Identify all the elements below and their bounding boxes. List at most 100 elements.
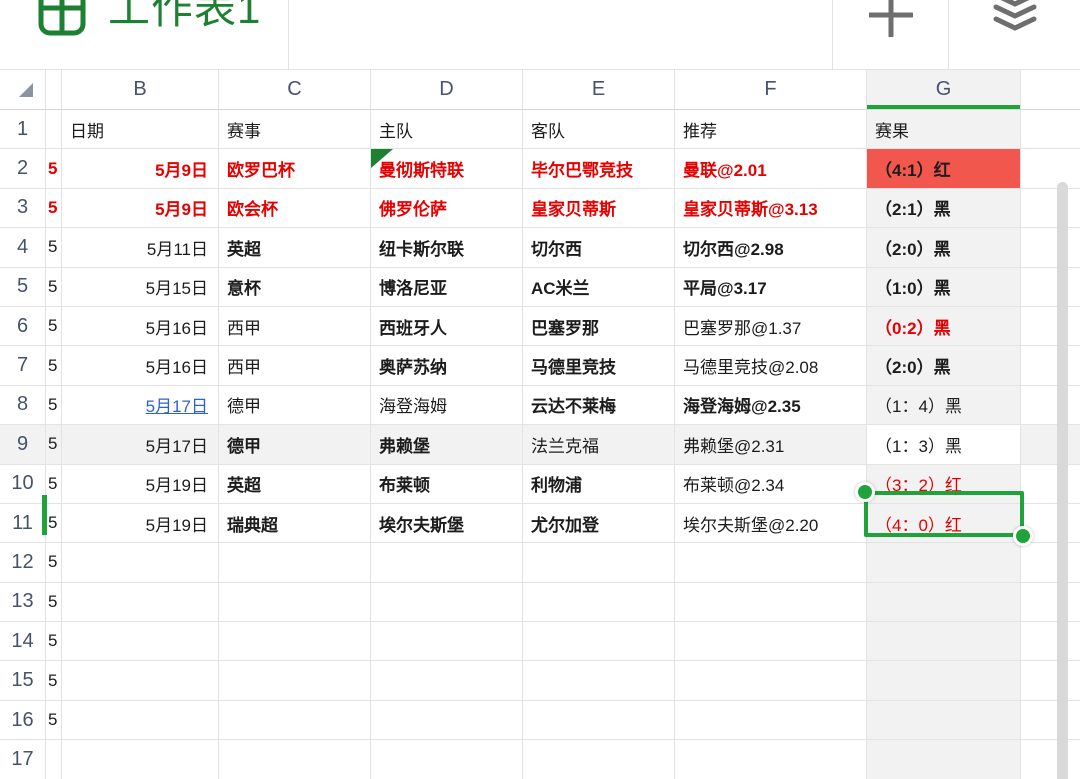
row-header-11[interactable]: 11 — [0, 504, 46, 543]
cell-A1[interactable] — [46, 110, 62, 149]
cell-E8[interactable]: 云达不莱梅 — [523, 386, 675, 425]
vertical-scrollbar[interactable] — [1057, 182, 1068, 779]
cell-B14[interactable] — [62, 622, 219, 661]
row-header-5[interactable]: 5 — [0, 268, 46, 307]
cell-H4[interactable] — [1021, 228, 1080, 267]
cell-A10[interactable]: 5 — [46, 465, 62, 504]
cell-A4[interactable]: 5 — [46, 228, 62, 267]
cell-B4[interactable]: 5月11日 — [62, 228, 219, 267]
cell-G2[interactable]: （4:1）红 — [867, 149, 1021, 188]
cell-H15[interactable] — [1021, 661, 1080, 700]
cell-E15[interactable] — [523, 661, 675, 700]
column-header-e[interactable]: E — [523, 70, 675, 110]
cell-C6[interactable]: 西甲 — [219, 307, 371, 346]
cell-F14[interactable] — [675, 622, 867, 661]
cell-F2[interactable]: 曼联@2.01 — [675, 149, 867, 188]
cell-G15[interactable] — [867, 661, 1021, 700]
cell-F6[interactable]: 巴塞罗那@1.37 — [675, 307, 867, 346]
cell-F5[interactable]: 平局@3.17 — [675, 268, 867, 307]
cell-D11[interactable]: 埃尔夫斯堡 — [371, 504, 523, 543]
cell-A17[interactable] — [46, 740, 62, 779]
cell-G3[interactable]: （2:1）黑 — [867, 189, 1021, 228]
cell-A5[interactable]: 5 — [46, 268, 62, 307]
cell-G11[interactable]: （4：0）红 — [867, 504, 1021, 543]
cell-D6[interactable]: 西班牙人 — [371, 307, 523, 346]
cell-C1[interactable]: 赛事 — [219, 110, 371, 149]
cell-D3[interactable]: 佛罗伦萨 — [371, 189, 523, 228]
cell-H14[interactable] — [1021, 622, 1080, 661]
cell-E7[interactable]: 马德里竞技 — [523, 346, 675, 385]
row-header-16[interactable]: 16 — [0, 701, 46, 740]
cell-F1[interactable]: 推荐 — [675, 110, 867, 149]
row-header-14[interactable]: 14 — [0, 622, 46, 661]
cell-C10[interactable]: 英超 — [219, 465, 371, 504]
select-all-cell[interactable] — [0, 70, 46, 110]
cell-F3[interactable]: 皇家贝蒂斯@3.13 — [675, 189, 867, 228]
cell-C15[interactable] — [219, 661, 371, 700]
selection-handle-top-left[interactable] — [855, 482, 875, 502]
cell-G8[interactable]: （1：4）黑 — [867, 386, 1021, 425]
cell-B11[interactable]: 5月19日 — [62, 504, 219, 543]
cell-H13[interactable] — [1021, 583, 1080, 622]
cell-E4[interactable]: 切尔西 — [523, 228, 675, 267]
cell-D2[interactable]: 曼彻斯特联 — [371, 149, 523, 188]
cell-E13[interactable] — [523, 583, 675, 622]
cell-E9[interactable]: 法兰克福 — [523, 425, 675, 464]
cell-E10[interactable]: 利物浦 — [523, 465, 675, 504]
cell-C9[interactable]: 德甲 — [219, 425, 371, 464]
cell-G10[interactable]: （3：2）红 — [867, 465, 1021, 504]
cell-A6[interactable]: 5 — [46, 307, 62, 346]
cell-A12[interactable]: 5 — [46, 543, 62, 582]
cell-G6[interactable]: （0:2）黑 — [867, 307, 1021, 346]
cell-C8[interactable]: 德甲 — [219, 386, 371, 425]
cell-E5[interactable]: AC米兰 — [523, 268, 675, 307]
column-header-c[interactable]: C — [219, 70, 371, 110]
cell-D1[interactable]: 主队 — [371, 110, 523, 149]
cell-A3[interactable]: 5 — [46, 189, 62, 228]
cell-G16[interactable] — [867, 701, 1021, 740]
cell-C14[interactable] — [219, 622, 371, 661]
column-header-a-sliver[interactable] — [46, 70, 62, 110]
cell-H10[interactable] — [1021, 465, 1080, 504]
cell-B10[interactable]: 5月19日 — [62, 465, 219, 504]
row-header-7[interactable]: 7 — [0, 346, 46, 385]
column-header-d[interactable]: D — [371, 70, 523, 110]
cell-E11[interactable]: 尤尔加登 — [523, 504, 675, 543]
cell-A16[interactable]: 5 — [46, 701, 62, 740]
cell-G5[interactable]: （1:0）黑 — [867, 268, 1021, 307]
cell-E17[interactable] — [523, 740, 675, 779]
selection-handle-bottom-right[interactable] — [1013, 526, 1033, 546]
cell-D4[interactable]: 纽卡斯尔联 — [371, 228, 523, 267]
cell-H3[interactable] — [1021, 189, 1080, 228]
row-header-2[interactable]: 2 — [0, 149, 46, 188]
cell-D7[interactable]: 奥萨苏纳 — [371, 346, 523, 385]
cell-F12[interactable] — [675, 543, 867, 582]
cell-G7[interactable]: （2:0）黑 — [867, 346, 1021, 385]
cell-D10[interactable]: 布莱顿 — [371, 465, 523, 504]
cell-C12[interactable] — [219, 543, 371, 582]
cell-C5[interactable]: 意杯 — [219, 268, 371, 307]
cell-C11[interactable]: 瑞典超 — [219, 504, 371, 543]
row-header-10[interactable]: 10 — [0, 465, 46, 504]
cell-A11[interactable]: 5 — [46, 504, 62, 543]
cell-A7[interactable]: 5 — [46, 346, 62, 385]
cell-C17[interactable] — [219, 740, 371, 779]
cell-H12[interactable] — [1021, 543, 1080, 582]
cell-C16[interactable] — [219, 701, 371, 740]
cell-B2[interactable]: 5月9日 — [62, 149, 219, 188]
cell-B7[interactable]: 5月16日 — [62, 346, 219, 385]
cell-H9[interactable] — [1021, 425, 1080, 464]
cell-D5[interactable]: 博洛尼亚 — [371, 268, 523, 307]
cell-E1[interactable]: 客队 — [523, 110, 675, 149]
cell-H16[interactable] — [1021, 701, 1080, 740]
sheet-tab[interactable]: 工作表1 — [0, 0, 289, 69]
cell-F10[interactable]: 布莱顿@2.34 — [675, 465, 867, 504]
cell-B6[interactable]: 5月16日 — [62, 307, 219, 346]
cell-F13[interactable] — [675, 583, 867, 622]
column-header-g[interactable]: G — [867, 70, 1021, 110]
cell-C13[interactable] — [219, 583, 371, 622]
cell-B8[interactable]: 5月17日 — [62, 386, 219, 425]
cell-B17[interactable] — [62, 740, 219, 779]
cell-F15[interactable] — [675, 661, 867, 700]
cell-G9[interactable]: （1：3）黑 — [867, 425, 1021, 464]
